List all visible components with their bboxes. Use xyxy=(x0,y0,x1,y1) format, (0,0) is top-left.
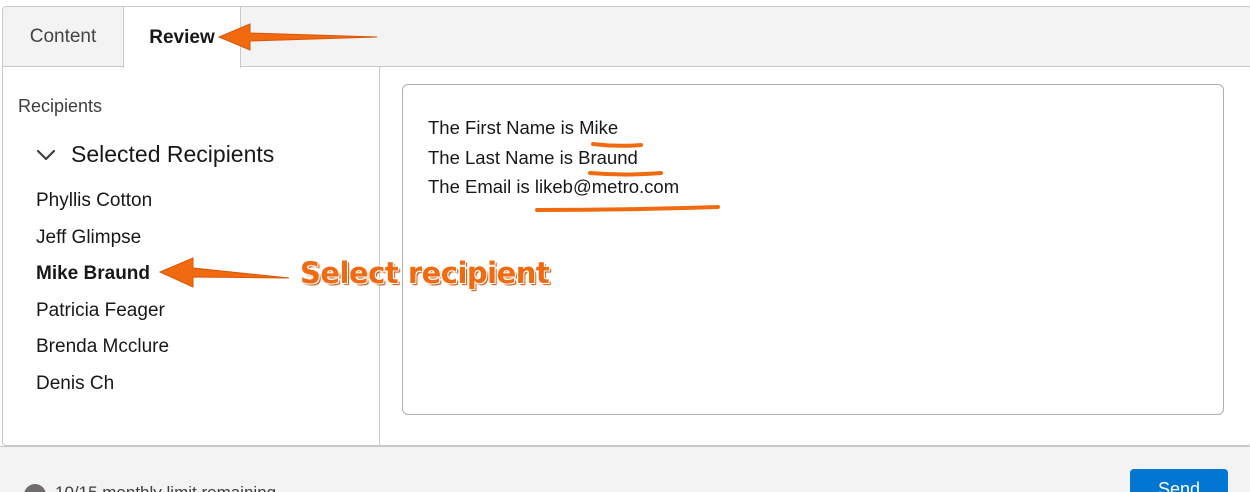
chevron-down-icon xyxy=(36,149,56,160)
first-name-value: Mike xyxy=(579,117,619,138)
tab-review[interactable]: Review xyxy=(123,7,241,68)
group-title: Selected Recipients xyxy=(71,141,275,167)
callout-select-recipient: Select recipient xyxy=(300,256,550,290)
recipient-item[interactable]: Patricia Feager xyxy=(36,297,169,334)
line-prefix: The Last Name is xyxy=(428,146,579,168)
email-value: likeb@metro.com xyxy=(534,176,680,197)
recipient-list: Phyllis Cotton Jeff Glimpse Mike Braund … xyxy=(36,187,169,407)
footer-bar: 10/15 monthly limit remaining Send xyxy=(0,446,1250,492)
recipient-item-selected[interactable]: Mike Braund xyxy=(36,260,169,297)
preview-line: The Last Name is Braund xyxy=(428,143,679,173)
recipient-item[interactable]: Denis Ch xyxy=(36,370,169,407)
recipients-label: Recipients xyxy=(18,96,103,116)
email-preview: The First Name is Mike The Last Name is … xyxy=(402,84,1224,415)
preview-body: The First Name is Mike The Last Name is … xyxy=(428,113,679,202)
preview-line: The First Name is Mike xyxy=(428,113,679,143)
line-prefix: The First Name is xyxy=(428,117,580,138)
recipient-item[interactable]: Brenda Mcclure xyxy=(36,333,169,370)
line-prefix: The Email is xyxy=(428,176,535,197)
tab-bar: Content Review xyxy=(3,7,1250,68)
last-name-value: Braund xyxy=(578,146,638,168)
recipient-item[interactable]: Jeff Glimpse xyxy=(36,224,169,261)
limit-text: 10/15 monthly limit remaining xyxy=(55,483,276,492)
tab-content[interactable]: Content xyxy=(3,7,123,67)
selected-recipients-toggle[interactable]: Selected Recipients xyxy=(35,141,274,168)
info-icon xyxy=(24,484,46,492)
recipient-item[interactable]: Phyllis Cotton xyxy=(36,187,169,224)
preview-line: The Email is likeb@metro.com xyxy=(428,172,679,202)
send-button[interactable]: Send xyxy=(1130,469,1228,492)
